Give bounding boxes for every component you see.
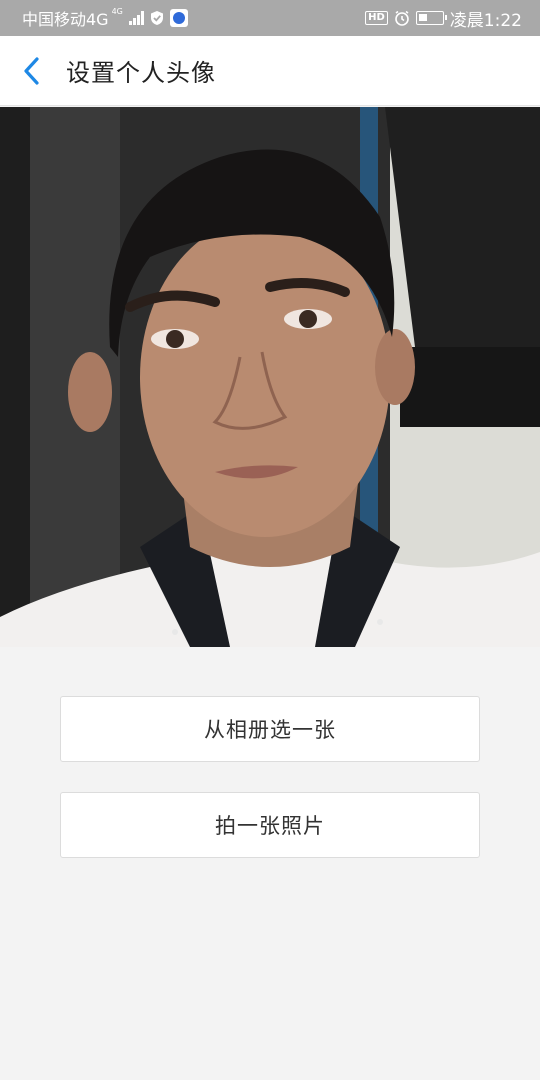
carrier-label: 中国移动4G [22, 10, 109, 29]
alarm-icon [395, 10, 409, 26]
hd-voice-icon: HD [365, 11, 388, 25]
clock: 凌晨1:22 [449, 10, 522, 31]
choose-from-album-button[interactable]: 从相册选一张 [60, 696, 480, 762]
status-bar-left: 中国移动4G 4G [22, 6, 188, 30]
battery-level-fill [418, 14, 427, 21]
avatar-preview-image [0, 107, 540, 647]
network-type-label: 4G [111, 7, 123, 16]
avatar-photo [0, 107, 540, 647]
battery-icon [415, 11, 447, 25]
signal-icon [128, 11, 144, 25]
take-photo-button[interactable]: 拍一张照片 [60, 792, 480, 858]
app-header: 设置个人头像 [0, 36, 540, 106]
status-bar: 中国移动4G 4G HD 凌晨1:22 [0, 0, 540, 36]
app-notification-icon [169, 9, 188, 27]
take-photo-label: 拍一张照片 [215, 814, 325, 838]
status-bar-right: HD 凌晨1:22 [365, 6, 522, 31]
choose-from-album-label: 从相册选一张 [204, 718, 336, 742]
page-title: 设置个人头像 [66, 59, 216, 87]
chevron-left-icon [24, 56, 39, 85]
back-button[interactable] [2, 36, 62, 106]
shield-check-icon [150, 11, 163, 25]
